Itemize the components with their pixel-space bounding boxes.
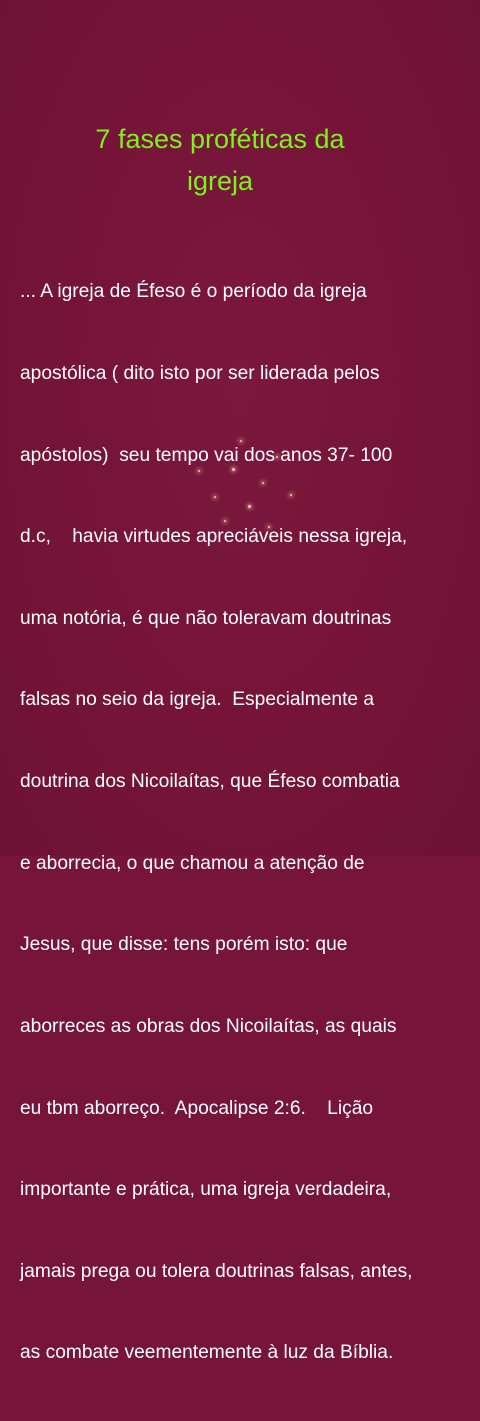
- sparkle-decoration: [224, 520, 226, 522]
- body-line: apóstolos) seu tempo vai dos anos 37- 10…: [20, 444, 393, 466]
- sparkle-decoration: [276, 456, 278, 458]
- body-line: apostólica ( dito isto por ser liderada …: [20, 363, 380, 385]
- body-line: eu tbm aborreço. Apocalipse 2:6. Lição: [20, 1097, 374, 1119]
- body-line: as combate veementemente à luz da Bíblia…: [20, 1342, 394, 1364]
- body-line: doutrina dos Nicoilaítas, que Éfeso comb…: [20, 771, 400, 793]
- body-line: importante e prática, uma igreja verdade…: [20, 1179, 392, 1201]
- body-line: falsas no seio da igreja. Especialmente …: [20, 689, 375, 711]
- body-line: ... A igreja de Éfeso é o período da igr…: [20, 281, 367, 303]
- body-paragraph: ... A igreja de Éfeso é o período da igr…: [20, 224, 470, 1421]
- body-line: uma notória, é que não toleravam doutrin…: [20, 607, 392, 629]
- title-line-1: 7 fases proféticas da: [95, 124, 345, 154]
- sparkle-decoration: [232, 468, 235, 471]
- sparkle-decoration: [198, 470, 200, 472]
- body-line: aborreces as obras dos Nicoilaítas, as q…: [20, 1015, 397, 1037]
- sparkle-decoration: [240, 440, 242, 442]
- body-line: Jesus, que disse: tens porém isto: que: [20, 934, 348, 956]
- sparkle-decoration: [268, 526, 270, 528]
- sparkle-decoration: [214, 496, 216, 498]
- sparkle-decoration: [290, 494, 292, 496]
- sparkle-decoration: [248, 505, 251, 508]
- body-line: jamais prega ou tolera doutrinas falsas,…: [20, 1260, 413, 1282]
- story-background: 7 fases proféticas da igreja ... A igrej…: [0, 0, 480, 1363]
- body-line: d.c, havia virtudes apreciáveis nessa ig…: [20, 526, 408, 548]
- sparkle-decoration: [262, 482, 264, 484]
- body-line: e aborrecia, o que chamou a atenção de: [20, 852, 365, 874]
- page-title: 7 fases proféticas da igreja: [0, 118, 440, 202]
- title-line-2: igreja: [186, 166, 254, 196]
